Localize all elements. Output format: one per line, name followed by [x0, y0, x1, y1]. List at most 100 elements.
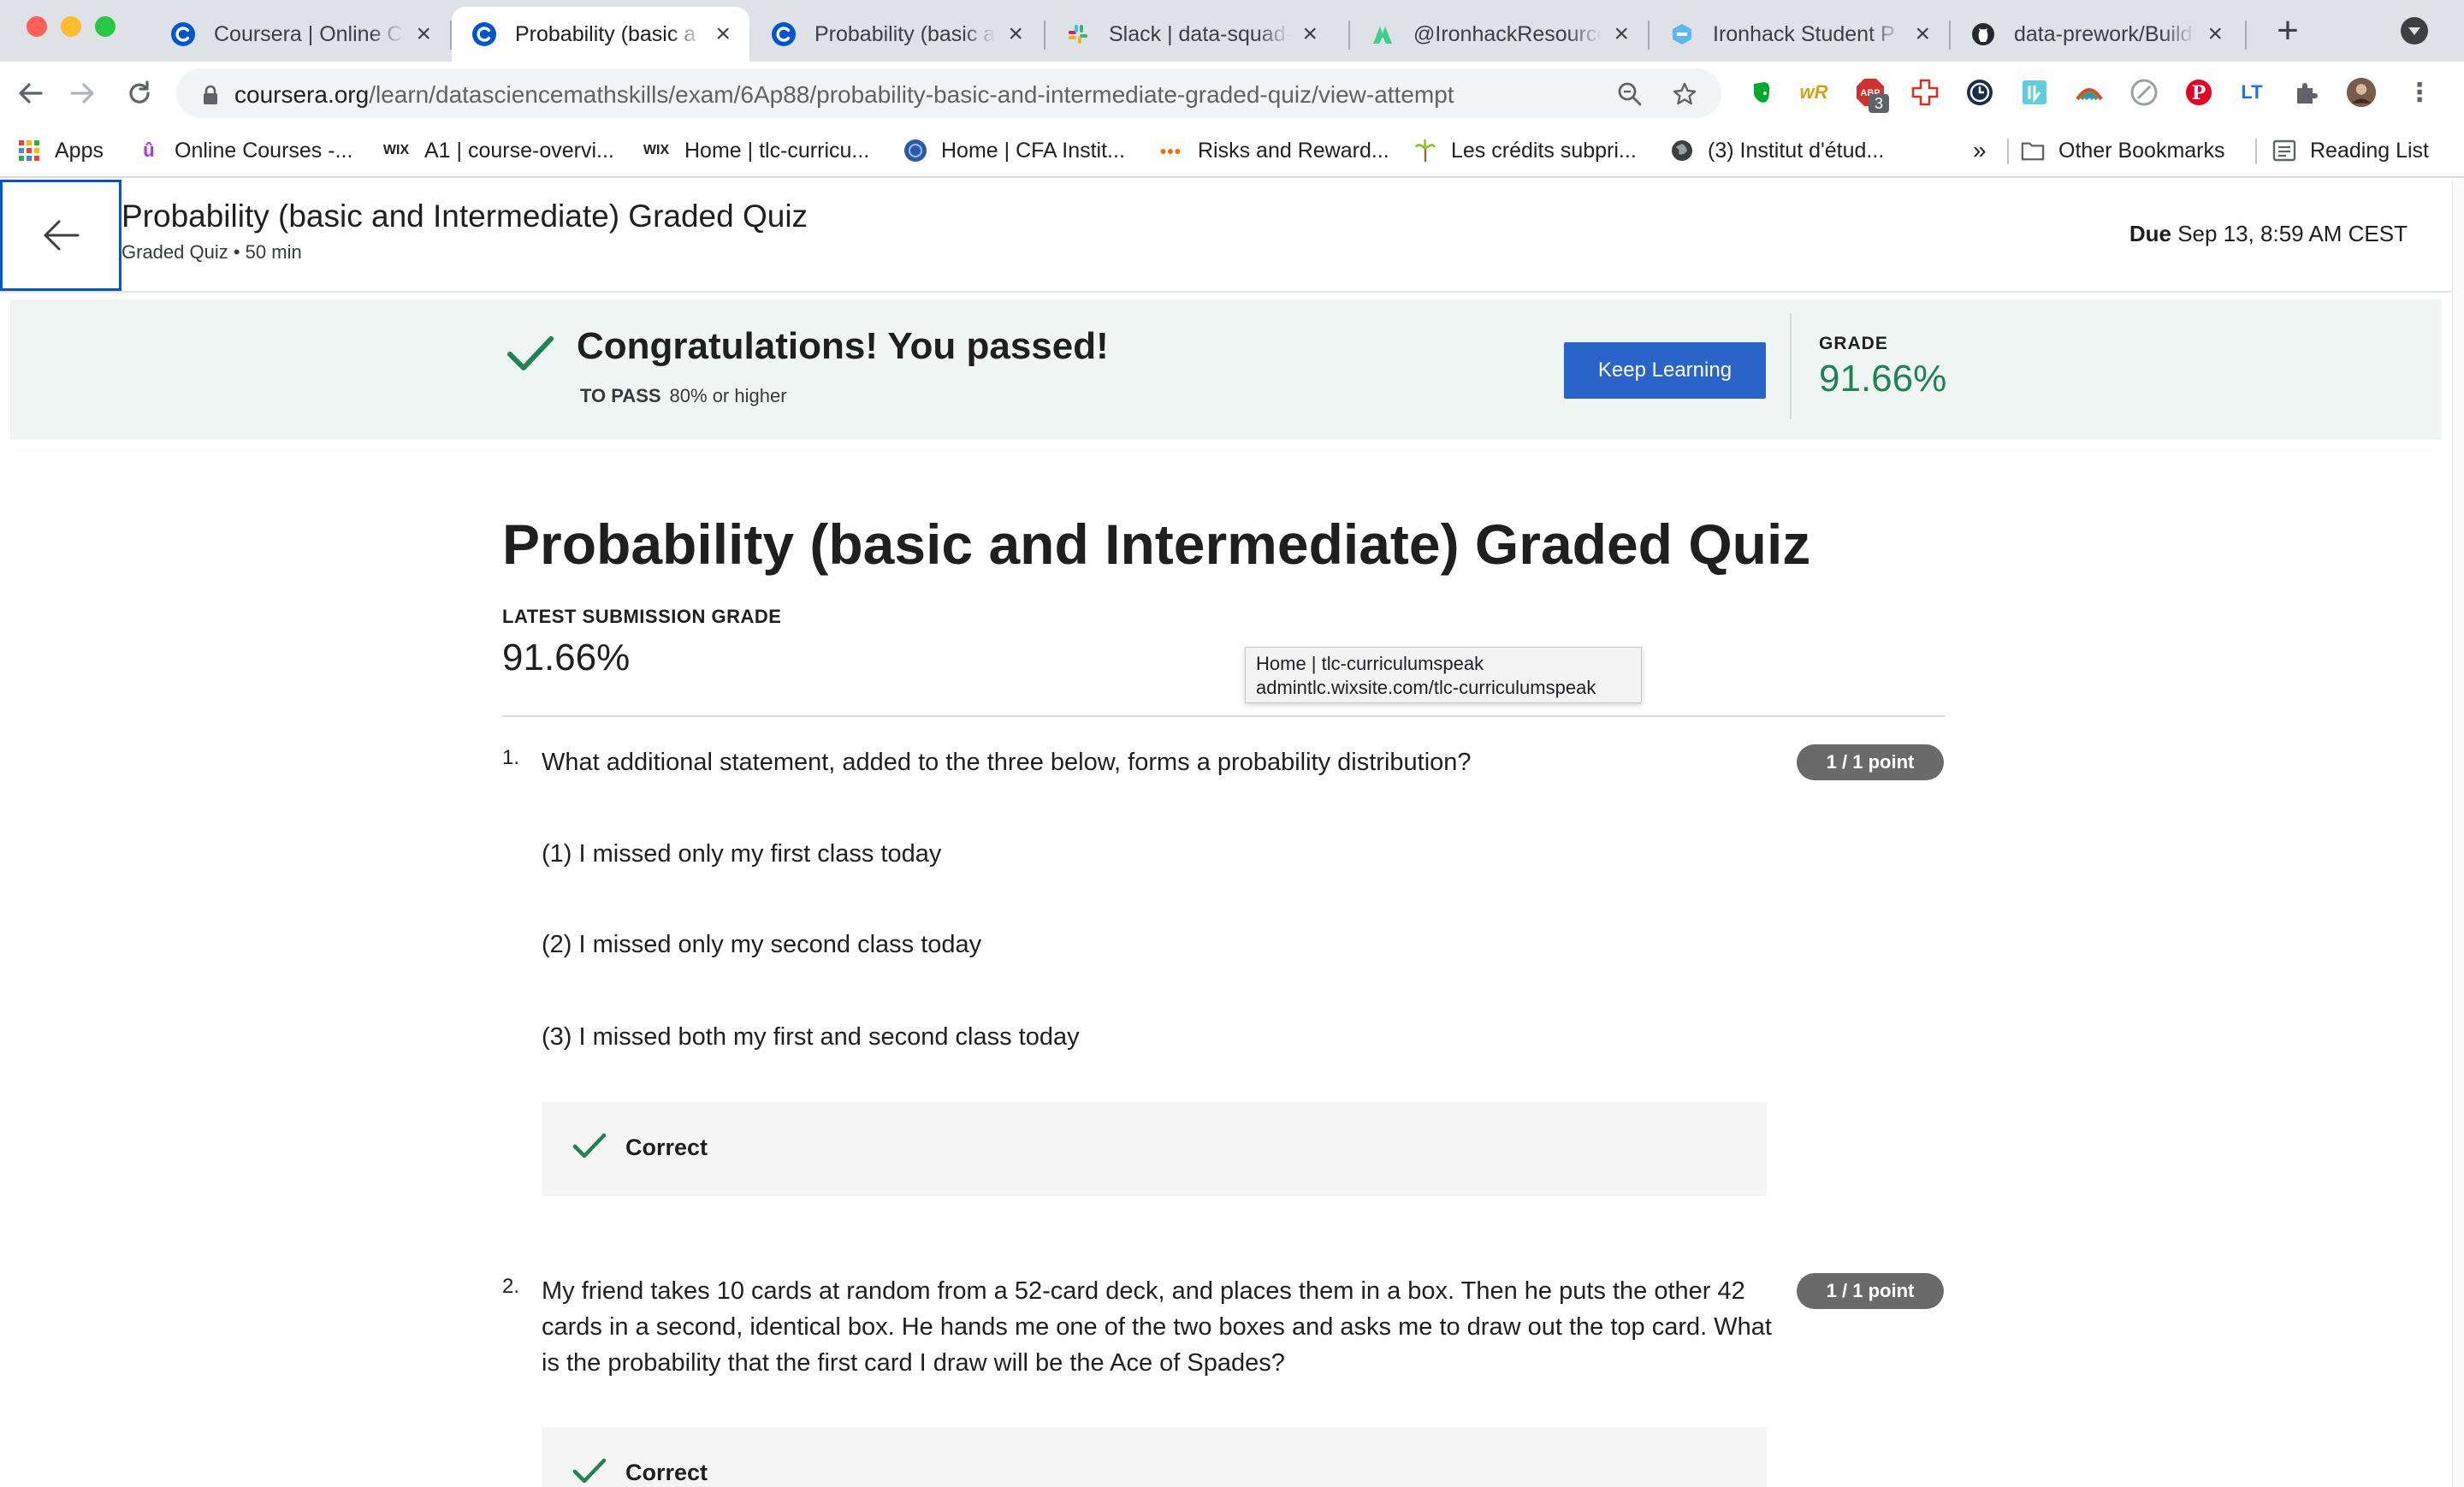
header-subtitle: Graded Quiz • 50 min — [121, 241, 302, 263]
profile-avatar[interactable] — [2346, 77, 2377, 108]
keep-learning-button[interactable]: Keep Learning — [1564, 342, 1766, 399]
browser-tab[interactable]: Coursera | Online C × — [151, 7, 450, 62]
more-menu-icon[interactable]: ⋮ — [2404, 77, 2435, 108]
evernote-extension-icon[interactable] — [1745, 77, 1776, 108]
grade-value: 91.66% — [1819, 358, 1947, 400]
rainbow-extension-icon[interactable] — [2074, 77, 2105, 108]
other-bookmarks-folder[interactable]: Other Bookmarks — [2021, 133, 2225, 168]
tab-close-icon[interactable]: × — [1915, 21, 1930, 47]
languagetool-extension-icon[interactable]: LT — [2236, 77, 2267, 108]
bookmark-wix-a1[interactable]: WIX A1 | course-overvi... — [382, 133, 614, 168]
tab-search-button[interactable] — [2401, 17, 2428, 44]
address-bar[interactable]: coursera.org/learn/datasciencemathskills… — [176, 68, 1721, 118]
browser-tab[interactable]: Ironhack Student P × — [1650, 7, 1949, 62]
tab-close-icon[interactable]: × — [715, 21, 731, 47]
tab-title: Coursera | Online C — [214, 21, 403, 46]
arrow-right-icon — [70, 83, 94, 104]
browser-tab-active[interactable]: Probability (basic a × — [452, 7, 749, 62]
header-title: Probability (basic and Intermediate) Gra… — [121, 198, 808, 234]
to-pass-value: 80% or higher — [669, 385, 787, 406]
coursera-icon — [471, 21, 498, 48]
compass-extension-icon[interactable] — [2129, 77, 2159, 108]
bookmark-risks[interactable]: ●●● Risks and Reward... — [1157, 133, 1389, 168]
banner-divider — [1790, 313, 1792, 419]
window-close-button[interactable] — [27, 16, 47, 37]
window-minimize-button[interactable] — [61, 16, 81, 37]
reading-list-button[interactable]: Reading List — [2272, 133, 2429, 168]
grade-label: GRADE — [1819, 334, 1888, 353]
bookmark-star-icon[interactable] — [1672, 81, 1697, 107]
wix-icon: WIX — [382, 143, 410, 157]
question-number: 2. — [502, 1275, 520, 1298]
tab-close-icon[interactable]: × — [1302, 21, 1318, 47]
new-tab-button[interactable]: + — [2267, 10, 2308, 51]
folder-icon — [2021, 139, 2045, 163]
reload-icon — [129, 80, 150, 104]
tab-title: data-prework/Build — [2014, 21, 2193, 46]
bookmark-cfa[interactable]: Home | CFA Instit... — [903, 133, 1125, 168]
wordreference-extension-icon[interactable]: wR — [1798, 77, 1829, 108]
tab-title: Ironhack Student P — [1713, 21, 1895, 46]
bookmarks-overflow-button[interactable]: » — [1973, 133, 1987, 168]
bookmark-label: Les crédits subpri... — [1451, 138, 1637, 163]
bookmark-credits[interactable]: Les crédits subpri... — [1413, 133, 1637, 168]
teal-extension-icon[interactable] — [2019, 77, 2050, 108]
question-statement: (3) I missed both my first and second cl… — [542, 1023, 1080, 1051]
url-path: /learn/datasciencemathskills/exam/6Ap88/… — [369, 81, 1454, 108]
bookmark-institut[interactable]: (3) Institut d'étud... — [1670, 133, 1884, 168]
question-number: 1. — [502, 746, 520, 769]
due-value: Sep 13, 8:59 AM CEST — [2177, 221, 2408, 246]
page-scrollbar[interactable] — [2452, 180, 2464, 1487]
pinterest-extension-icon[interactable]: P — [2183, 77, 2214, 108]
window-zoom-button[interactable] — [95, 16, 116, 37]
tab-title: Probability (basic a — [515, 21, 696, 46]
globe-icon — [1670, 139, 1694, 163]
bookmark-apps[interactable]: Apps — [17, 133, 104, 168]
back-button[interactable] — [0, 180, 121, 291]
puzzle-extensions-icon[interactable] — [2291, 77, 2322, 108]
reading-list-icon — [2272, 139, 2296, 163]
reload-button[interactable] — [120, 74, 159, 113]
page-title: Probability (basic and Intermediate) Gra… — [502, 512, 1811, 576]
question-statement: (2) I missed only my second class today — [542, 931, 982, 958]
check-icon — [572, 1458, 607, 1484]
zoom-icon[interactable] — [1617, 81, 1643, 107]
tab-title: Probability (basic a — [814, 21, 996, 46]
latest-grade-label: LATEST SUBMISSION GRADE — [502, 606, 782, 627]
browser-tab[interactable]: @IronhackResource × — [1350, 7, 1648, 62]
to-pass-info: TO PASS 80% or higher — [580, 385, 787, 407]
back-nav-button[interactable] — [10, 74, 50, 113]
bookmark-label: Risks and Reward... — [1198, 138, 1389, 163]
tab-close-icon[interactable]: × — [1008, 21, 1023, 47]
apps-grid-icon — [17, 139, 41, 163]
medical-cross-extension-icon[interactable] — [1910, 77, 1940, 108]
wix-icon: WIX — [643, 143, 670, 157]
tab-close-icon[interactable]: × — [1614, 21, 1629, 47]
bookmark-label: Reading List — [2310, 138, 2429, 163]
clock-extension-icon[interactable] — [1964, 77, 1995, 108]
bookmark-separator — [2007, 139, 2009, 164]
section-divider — [502, 715, 1945, 717]
feedback-label: Correct — [625, 1135, 708, 1160]
bookmark-wix-tlc[interactable]: WIX Home | tlc-curricu... — [642, 133, 869, 168]
browser-tab[interactable]: Probability (basic a × — [751, 7, 1042, 62]
lock-icon — [204, 85, 217, 104]
bookmark-udemy[interactable]: û Online Courses -... — [137, 133, 352, 168]
latest-grade-value: 91.66% — [502, 637, 631, 678]
question-text: What additional statement, added to the … — [542, 749, 1472, 776]
check-icon — [507, 336, 554, 370]
pass-banner: Congratulations! You passed! TO PASS 80% … — [10, 299, 2442, 440]
due-label: Due — [2129, 221, 2171, 246]
svg-text:P: P — [2192, 82, 2206, 104]
tab-strip: Coursera | Online C × Probability (basic… — [0, 0, 2464, 62]
bookmark-site-icon: ●●● — [1159, 144, 1182, 157]
arrow-left-icon — [44, 220, 80, 251]
browser-tab[interactable]: Slack | data-squad- × — [1045, 7, 1336, 62]
browser-tab[interactable]: data-prework/Build × — [1951, 7, 2242, 62]
forward-nav-button[interactable] — [63, 74, 103, 113]
coursera-icon — [770, 21, 797, 48]
url-domain: coursera.org — [234, 81, 370, 108]
tab-close-icon[interactable]: × — [2207, 21, 2223, 47]
bookmark-label: A1 | course-overvi... — [424, 138, 614, 163]
tab-close-icon[interactable]: × — [416, 21, 431, 47]
